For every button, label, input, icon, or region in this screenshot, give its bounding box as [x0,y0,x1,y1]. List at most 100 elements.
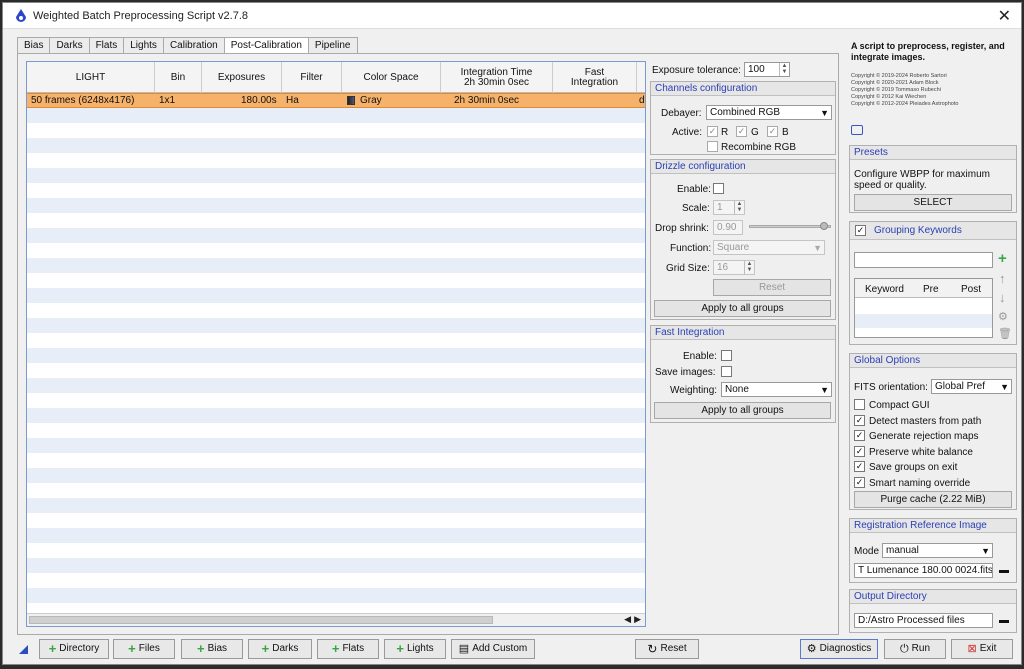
drop-shrink-slider[interactable] [749,222,831,230]
add-darks-button[interactable]: + Darks [248,639,312,659]
global-options-group: Global Options FITS orientation: Global … [849,353,1017,510]
folder-icon[interactable]: ▬ [999,565,1009,576]
channel-r-checkbox[interactable]: ✓ [707,126,718,137]
scroll-left-icon[interactable]: ◀ [624,614,631,625]
exposure-tolerance-value: 100 [748,64,765,75]
move-down-arrow-icon[interactable]: ↓ [999,290,1006,305]
slider-knob[interactable] [820,222,829,230]
exposure-tolerance-label: Exposure tolerance: [652,65,741,76]
app-logo-icon [16,9,26,22]
scroll-thumb[interactable] [29,616,493,624]
add-keyword-plus-icon[interactable]: + [998,250,1007,267]
trash-icon[interactable]: 🗑 [998,327,1012,340]
reference-file-input[interactable]: T Lumenance 180.00 0024.fits [854,563,993,578]
tab-flats[interactable]: Flats [88,37,125,53]
col-filter[interactable]: Filter [282,62,342,93]
option-checkbox[interactable] [854,399,865,410]
cell-light: 50 frames (6248x4176) [31,95,135,106]
tab-lights[interactable]: Lights [123,37,164,53]
drizzle-enable-checkbox[interactable] [713,183,724,194]
empty-table-row [27,333,645,348]
col-color-space[interactable]: Color Space [342,62,441,93]
keywords-table[interactable]: Keyword Pre Post [854,278,993,338]
add-lights-button[interactable]: + Lights [384,639,446,659]
purge-cache-button[interactable]: Purge cache (2.22 MiB) [854,491,1012,508]
mode-label: Mode [854,546,880,557]
script-description: A script to preprocess, register, and in… [851,41,1005,62]
exit-button[interactable]: ⊠ Exit [951,639,1013,659]
button-label: Files [138,643,160,654]
lights-table[interactable]: LIGHT Bin Exposures Filter Color Space I… [26,61,646,627]
function-select[interactable]: Square ▼ [713,240,825,255]
keyword-input[interactable] [854,252,993,268]
chat-bubble-icon[interactable] [851,125,863,135]
fast-apply-all-button[interactable]: Apply to all groups [654,402,831,419]
option-checkbox[interactable]: ✓ [854,414,865,426]
fast-enable-checkbox[interactable] [721,350,732,361]
debayer-select[interactable]: Combined RGB ▼ [706,105,832,120]
fits-orientation-select[interactable]: Global Pref ▼ [931,379,1012,394]
move-up-arrow-icon[interactable]: ↑ [999,271,1006,286]
button-label: Reset [660,643,687,654]
drizzle-reset-button[interactable]: Reset [713,279,831,296]
spin-arrows-icon[interactable]: ▲ ▼ [779,63,789,76]
horizontal-scrollbar[interactable]: ◀ ▶ [27,613,645,626]
folder-icon[interactable]: ▬ [999,615,1009,626]
diagnostics-button[interactable]: ⚙ Diagnostics [800,639,878,659]
empty-table-row [27,348,645,363]
tab-bias[interactable]: Bias [17,37,51,53]
channel-g-label: G [751,127,759,138]
debayer-label: Debayer: [661,108,702,119]
resize-corner-icon[interactable] [19,645,28,654]
col-fast-integration[interactable]: Fast Integration [553,62,637,93]
table-row[interactable]: 50 frames (6248x4176) 1x1 180.00s Ha Gra… [27,93,645,108]
gear-icon: ⚙ [806,643,817,655]
tab-darks[interactable]: Darks [49,37,90,53]
recombine-rgb-checkbox[interactable] [707,141,718,152]
tab-calibration[interactable]: Calibration [162,37,225,53]
run-button[interactable]: ⏻ Run [884,639,946,659]
channel-b-checkbox[interactable]: ✓ [767,126,778,137]
col-integration-time[interactable]: Integration Time 2h 30min 0sec [441,62,553,93]
presets-select-button[interactable]: SELECT [854,194,1012,211]
save-images-checkbox[interactable] [721,366,732,377]
option-checkbox[interactable]: ✓ [854,430,865,441]
option-checkbox[interactable]: ✓ [854,476,865,488]
channel-g-checkbox[interactable]: ✓ [736,126,747,137]
grouping-enable-checkbox[interactable]: ✓ [855,225,866,236]
output-directory-title: Output Directory [850,590,1016,604]
add-custom-button[interactable]: ▤ Add Custom [451,639,535,659]
weighting-select[interactable]: None ▼ [721,382,832,397]
close-icon[interactable]: ✕ [998,6,1011,26]
drop-shrink-input[interactable]: 0.90 [713,220,743,235]
weighting-label: Weighting: [670,385,718,396]
scale-input[interactable]: 1 ▲ ▼ [713,200,745,215]
channel-r-label: R [721,127,729,138]
reset-button[interactable]: ↻ Reset [635,639,699,659]
col-light[interactable]: LIGHT [27,62,155,93]
recombine-rgb-label: Recombine RGB [721,142,797,153]
option-checkbox[interactable]: ✓ [854,461,865,472]
add-files-button[interactable]: + Files [113,639,175,659]
option-checkbox[interactable]: ✓ [854,445,865,457]
spin-arrows-icon[interactable]: ▲ ▼ [734,201,744,214]
add-bias-button[interactable]: + Bias [181,639,243,659]
plus-icon: + [196,641,205,656]
mode-select[interactable]: manual ▼ [882,543,993,558]
exposure-tolerance-input[interactable]: 100 ▲ ▼ [744,62,790,77]
add-directory-button[interactable]: + Directory [39,639,109,659]
output-directory-input[interactable]: D:/Astro Processed files [854,613,993,628]
add-flats-button[interactable]: + Flats [317,639,379,659]
drizzle-apply-all-button[interactable]: Apply to all groups [654,300,831,317]
tab-pipeline[interactable]: Pipeline [307,37,358,53]
col-bin[interactable]: Bin [155,62,202,93]
spin-arrows-icon[interactable]: ▲ ▼ [744,261,754,274]
tab-post-calibration[interactable]: Post-Calibration [223,37,309,54]
button-label: Add Custom [472,643,528,654]
scroll-right-icon[interactable]: ▶ [634,614,641,625]
channels-title: Channels configuration [651,82,835,96]
grid-size-input[interactable]: 16 ▲ ▼ [713,260,755,275]
col-exposures[interactable]: Exposures [202,62,282,93]
gear-icon[interactable]: ⚙ [998,310,1008,323]
chevron-down-icon: ▼ [1000,382,1009,392]
